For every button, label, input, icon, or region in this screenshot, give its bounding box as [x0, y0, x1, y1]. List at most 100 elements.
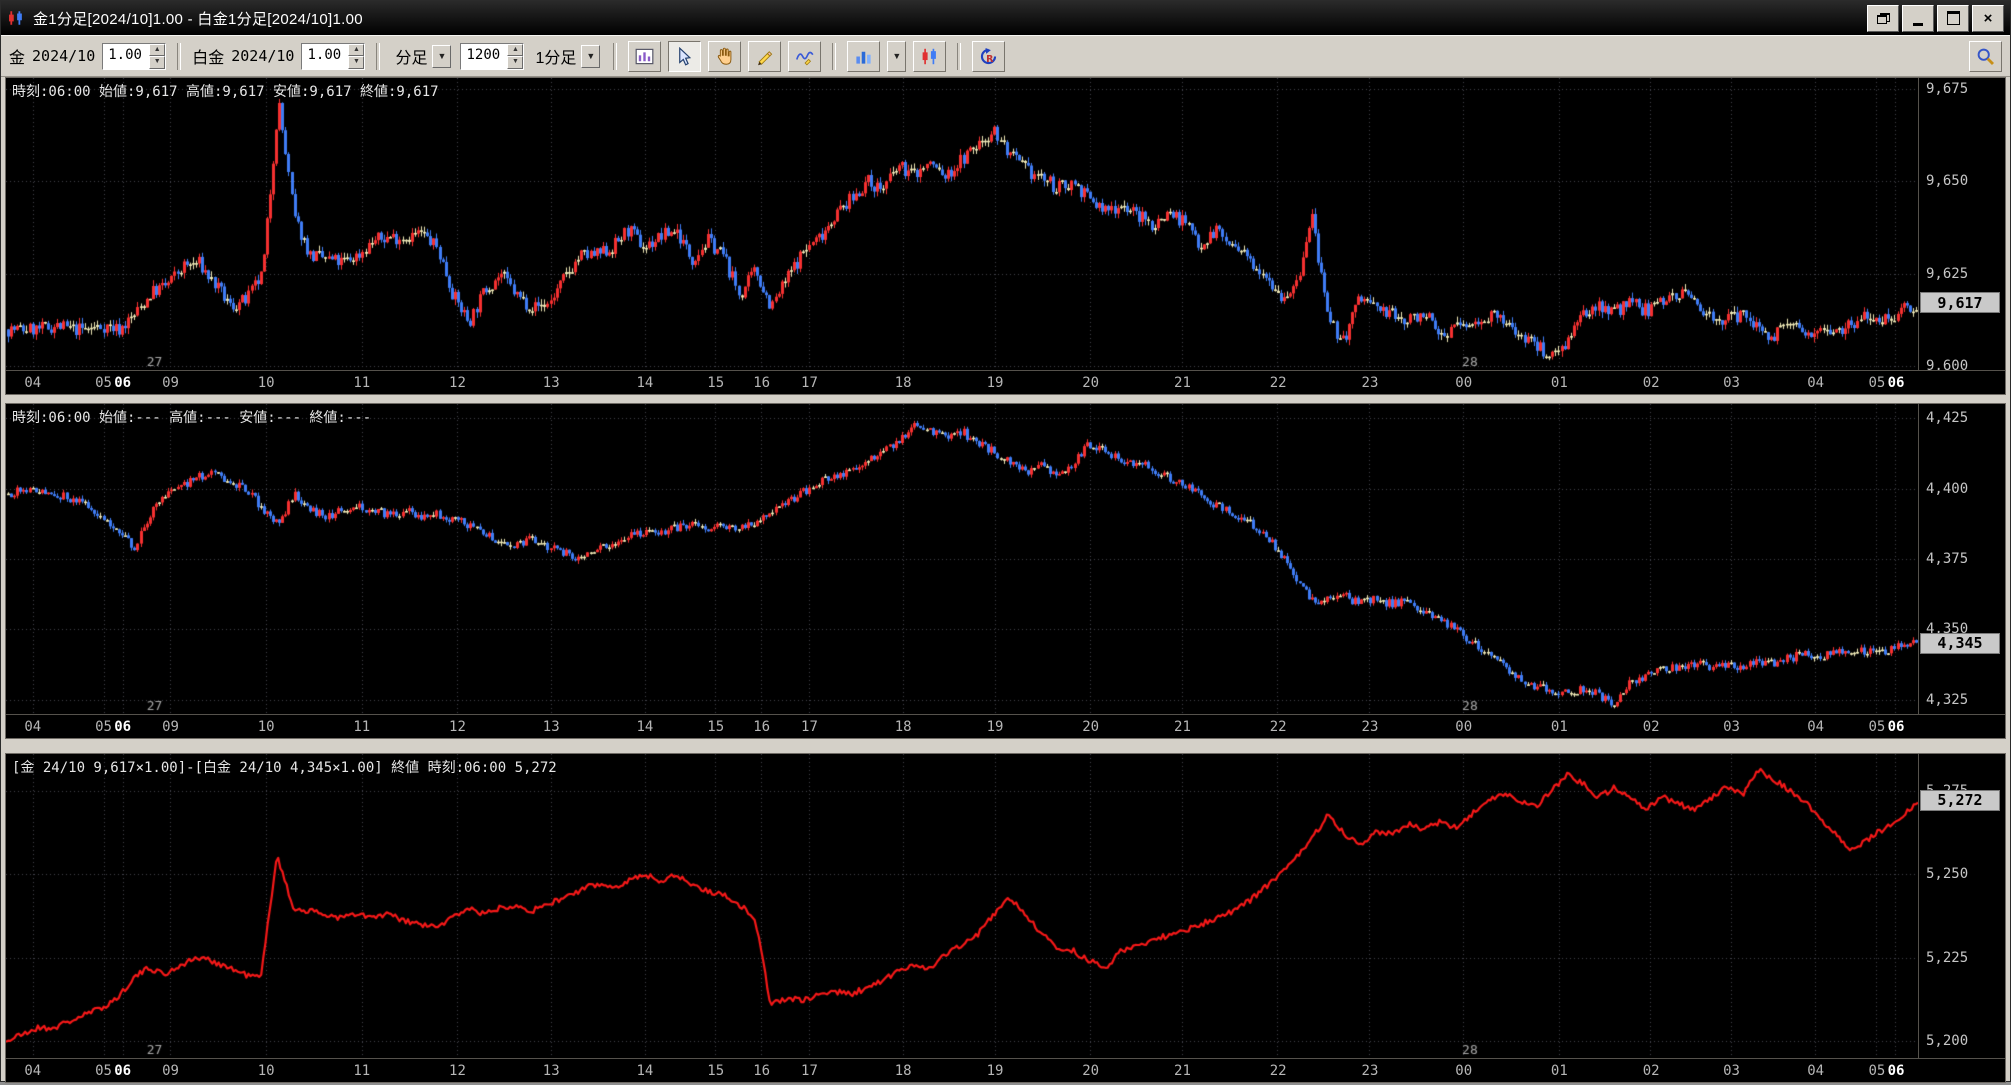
x-axis-label: 06 — [1887, 1063, 1905, 1079]
gold-chart-canvas[interactable] — [6, 78, 1918, 370]
x-axis-label: 02 — [1642, 1063, 1660, 1079]
chevron-down-icon[interactable]: ▼ — [432, 44, 452, 68]
x-axis-label: 09 — [162, 375, 179, 391]
refresh-button[interactable]: R — [972, 40, 1006, 72]
gold-chart-plot[interactable]: 時刻:06:00 始値:9,617 高値:9,617 安値:9,617 終値:9… — [6, 78, 1919, 370]
gold-ratio-spinner[interactable]: 1.00 ▲ ▼ — [102, 42, 167, 70]
x-axis-label: 05 — [1868, 1063, 1886, 1079]
x-axis-label: 04 — [1807, 1063, 1825, 1079]
chevron-down-icon[interactable]: ▼ — [581, 44, 601, 68]
freehand-tool-button[interactable] — [788, 40, 822, 72]
x-axis-label: 02 — [1642, 375, 1660, 391]
y-axis-label: 4,400 — [1926, 480, 1969, 497]
bar-count-spinner[interactable]: 1200 ▲ ▼ — [460, 42, 525, 70]
pan-tool-button[interactable] — [708, 40, 742, 72]
spin-up-icon[interactable]: ▲ — [348, 43, 365, 56]
x-axis-label: 06 — [114, 375, 132, 391]
x-axis-label: 12 — [449, 719, 466, 735]
x-axis-label: 11 — [353, 375, 371, 391]
spin-up-icon[interactable]: ▲ — [149, 43, 166, 56]
x-axis-label: 06 — [1887, 719, 1905, 735]
y-axis-label: 5,200 — [1926, 1033, 1969, 1050]
platinum-chart-canvas[interactable] — [6, 404, 1918, 714]
y-axis-label: 9,625 — [1926, 265, 1969, 282]
platinum-x-axis: 04 05 06 09 10 11 12 13 14 15 16 17 18 19 20 21 22 23 00 01… — [6, 714, 1919, 738]
platinum-ratio-spinner[interactable]: 1.00 ▲ ▼ — [301, 42, 366, 70]
x-axis-label: 13 — [542, 375, 560, 391]
x-axis-label: 22 — [1269, 719, 1287, 735]
chart-type-button[interactable] — [847, 40, 881, 72]
platinum-ratio-value[interactable]: 1.00 — [302, 44, 348, 69]
x-axis-label: 12 — [449, 375, 466, 391]
candle-chart-button[interactable] — [913, 40, 947, 72]
x-axis-label: 01 — [1550, 1063, 1568, 1079]
chart-settings-button[interactable] — [628, 40, 662, 72]
x-axis-label: 23 — [1361, 719, 1379, 735]
chart-type-dropdown-button[interactable]: ▼ — [887, 40, 907, 72]
toolbar-separator — [832, 42, 837, 70]
spread-chart-canvas[interactable] — [6, 754, 1918, 1058]
gold-chart-panel: 時刻:06:00 始値:9,617 高値:9,617 安値:9,617 終値:9… — [5, 77, 2006, 395]
select-tool-button[interactable] — [668, 40, 702, 72]
spread-chart-panel: [金 24/10 9,617×1.00]-[白金 24/10 4,345×1.0… — [5, 753, 2006, 1083]
x-axis-label: 04 — [24, 719, 42, 735]
x-axis-label: 21 — [1174, 375, 1191, 391]
x-axis-label: 00 — [1455, 719, 1473, 735]
y-axis-label: 5,225 — [1926, 949, 1969, 966]
title-bar: 金1分足[2024/10]1.00 - 白金1分足[2024/10]1.00 × — [1, 1, 2010, 35]
x-axis-label: 14 — [636, 1063, 654, 1079]
x-axis-label: 14 — [636, 375, 654, 391]
x-axis-label: 17 — [801, 719, 818, 735]
maximize-window-button[interactable] — [1937, 4, 1969, 32]
x-axis-label: 20 — [1082, 1063, 1100, 1079]
bar-type-value: 分足 — [395, 50, 428, 67]
gold-ratio-value[interactable]: 1.00 — [103, 44, 149, 69]
x-axis-label: 11 — [353, 1063, 371, 1079]
chart-panels: 時刻:06:00 始値:9,617 高値:9,617 安値:9,617 終値:9… — [1, 77, 2010, 1085]
spin-down-icon[interactable]: ▼ — [507, 56, 524, 69]
zoom-button[interactable] — [1969, 40, 2002, 72]
x-axis-label: 18 — [894, 719, 912, 735]
platinum-chart-panel: 時刻:06:00 始値:--- 高値:--- 安値:--- 終値:--- 4,3… — [5, 403, 2006, 739]
spread-formula-readout: [金 24/10 9,617×1.00]-[白金 24/10 4,345×1.0… — [12, 760, 557, 776]
close-window-button[interactable]: × — [1972, 4, 2004, 32]
bar-type-combo[interactable]: 分足 ▼ — [391, 44, 453, 69]
axis-corner — [1919, 370, 2005, 394]
spin-up-icon[interactable]: ▲ — [507, 43, 524, 56]
pencil-icon — [758, 50, 773, 65]
x-axis-label: 23 — [1361, 375, 1379, 391]
x-axis-label: 05 — [95, 375, 112, 391]
restore-window-button[interactable] — [1867, 4, 1899, 32]
spin-down-icon[interactable]: ▼ — [149, 56, 166, 69]
period-value: 1分足 — [535, 50, 577, 67]
spread-x-axis: 04 05 06 09 10 11 12 13 14 15 16 17 18 19 20 21 22 23 00 01… — [6, 1058, 1919, 1082]
x-axis-label: 19 — [986, 375, 1004, 391]
magnifier-icon — [1977, 48, 1994, 65]
x-axis-label: 21 — [1174, 719, 1191, 735]
platinum-chart-plot[interactable]: 時刻:06:00 始値:--- 高値:--- 安値:--- 終値:--- — [6, 404, 1919, 714]
hand-icon — [718, 47, 732, 65]
chart-settings-icon — [635, 48, 654, 64]
x-axis-label: 04 — [24, 375, 42, 391]
platinum-price-tag: 4,345 — [1920, 632, 2000, 654]
period-combo[interactable]: 1分足 ▼ — [531, 44, 602, 69]
x-axis-label: 04 — [24, 1063, 42, 1079]
bar-count-value[interactable]: 1200 — [461, 44, 507, 69]
spread-chart-plot[interactable]: [金 24/10 9,617×1.00]-[白金 24/10 4,345×1.0… — [6, 754, 1919, 1058]
x-axis-label: 15 — [707, 1063, 725, 1079]
x-axis-label: 16 — [753, 375, 771, 391]
x-axis-label: 00 — [1455, 1063, 1473, 1079]
x-axis-label: 13 — [542, 1063, 560, 1079]
x-axis-label: 20 — [1082, 719, 1100, 735]
trendline-tool-button[interactable] — [748, 40, 782, 72]
gold-contract-month: 2024/10 — [32, 47, 96, 65]
bar-chart-icon — [856, 51, 872, 64]
x-axis-label: 03 — [1723, 1063, 1740, 1079]
x-axis-label: 10 — [257, 375, 275, 391]
app-candle-icon — [9, 11, 22, 25]
x-axis-label: 05 — [95, 719, 112, 735]
spin-down-icon[interactable]: ▼ — [348, 56, 365, 69]
x-axis-label: 11 — [353, 719, 371, 735]
minimize-window-button[interactable] — [1902, 4, 1934, 32]
x-axis-label: 17 — [801, 375, 818, 391]
